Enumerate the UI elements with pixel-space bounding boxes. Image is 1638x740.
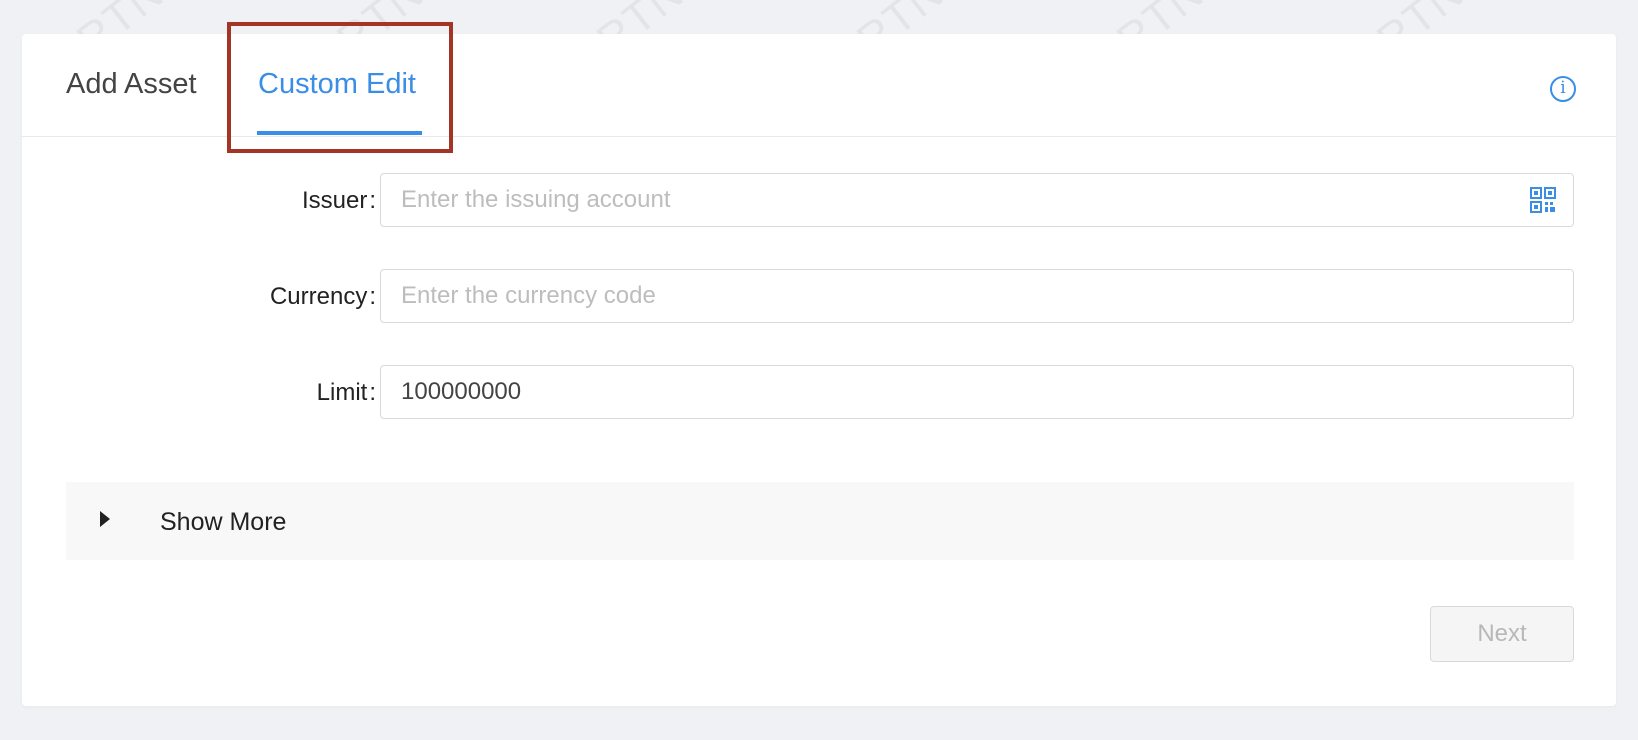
- tab-add-asset[interactable]: Add Asset: [66, 68, 197, 101]
- currency-row: Currency:: [22, 269, 1616, 325]
- info-circle-icon[interactable]: i: [1550, 76, 1576, 102]
- caret-right-icon: [100, 511, 110, 527]
- limit-row: Limit:: [22, 365, 1616, 421]
- active-tab-indicator: [257, 131, 422, 135]
- tab-bar: Add Asset Custom Edit i: [22, 34, 1616, 137]
- currency-input[interactable]: [380, 269, 1574, 323]
- issuer-row: Issuer:: [22, 173, 1616, 229]
- issuer-label: Issuer:: [301, 187, 376, 214]
- currency-label: Currency:: [269, 283, 376, 310]
- qr-code-icon[interactable]: [1530, 187, 1556, 213]
- tab-custom-edit[interactable]: Custom Edit: [258, 68, 416, 101]
- show-more-label: Show More: [160, 508, 287, 536]
- show-more-toggle[interactable]: Show More: [66, 482, 1574, 560]
- next-button[interactable]: Next: [1430, 606, 1574, 662]
- issuer-input[interactable]: [380, 173, 1574, 227]
- limit-input[interactable]: [380, 365, 1574, 419]
- limit-label: Limit:: [316, 379, 376, 406]
- asset-card: Add Asset Custom Edit i Issuer: Currency…: [22, 34, 1616, 706]
